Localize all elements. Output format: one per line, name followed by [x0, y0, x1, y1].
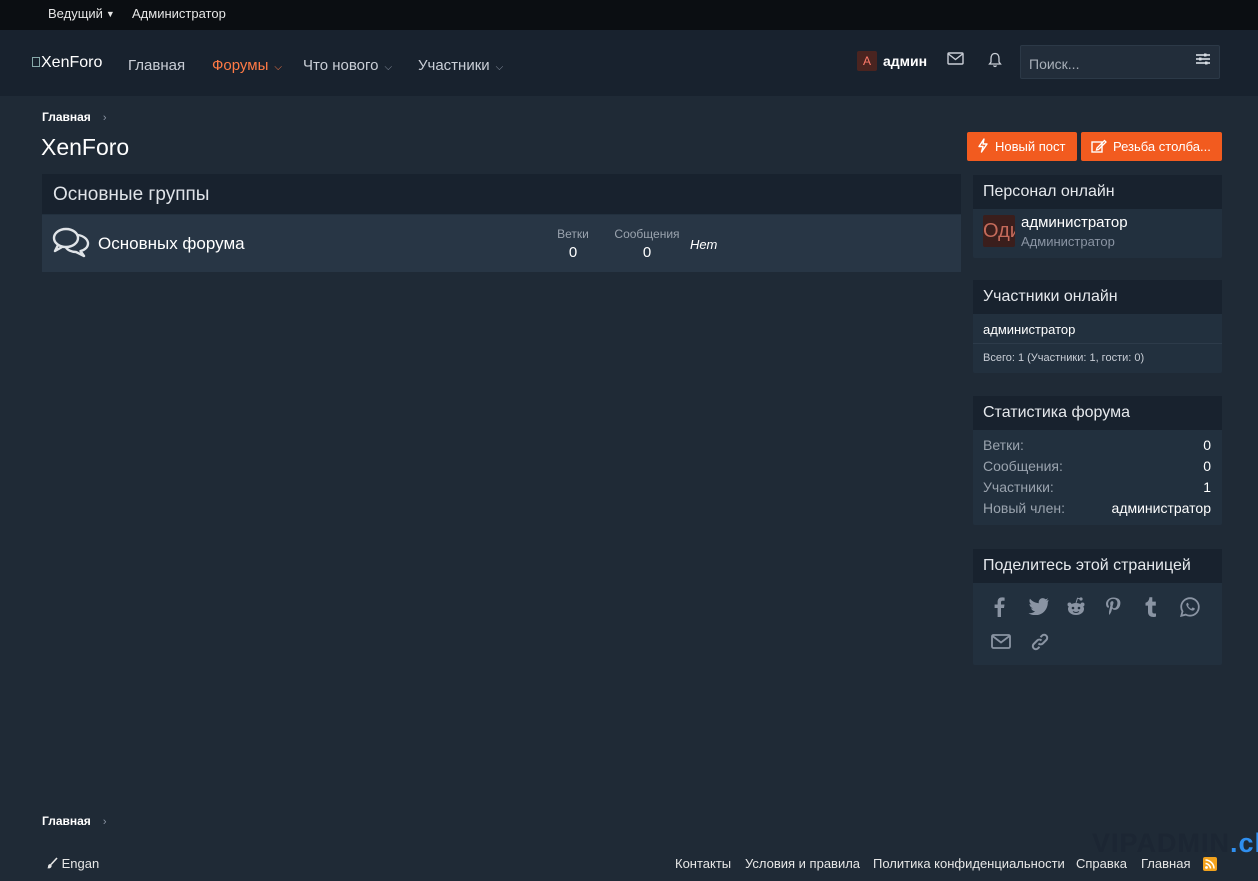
- share-widget: Поделитесь этой страницей: [973, 549, 1222, 665]
- bolt-icon: [977, 132, 989, 161]
- stat-newest-label: Новый член:: [983, 500, 1065, 516]
- page-title: XenForo: [41, 134, 130, 160]
- nav-members[interactable]: Участники ⌵: [418, 57, 503, 74]
- tumblr-icon[interactable]: [1145, 597, 1157, 620]
- stat-threads-value: 0: [1203, 437, 1211, 453]
- stat-members-label: Участники:: [983, 479, 1054, 495]
- threads-value: 0: [568, 244, 578, 261]
- nav-whats-new-label: Что нового: [303, 57, 379, 74]
- nav-members-label: Участники: [418, 57, 490, 74]
- share-title: Поделитесь этой страницей: [973, 549, 1222, 583]
- stat-members-value: 1: [1203, 479, 1211, 495]
- chevron-right-icon: ›: [102, 112, 107, 124]
- members-online-list: администратор: [973, 314, 1222, 344]
- forum-node: Основных форума Ветки 0 Сообщения 0 Нет: [42, 215, 961, 272]
- staff-online-title: Персонал онлайн: [973, 175, 1222, 209]
- footer-link-privacy[interactable]: Политика конфиденциальности: [873, 856, 1065, 871]
- footer-breadcrumb-home[interactable]: Главная: [42, 814, 91, 828]
- forum-stats-list: Ветки: 0 Сообщения: 0 Участники: 1 Новый…: [973, 430, 1222, 525]
- inbox-icon[interactable]: [947, 52, 964, 69]
- email-share-icon[interactable]: [991, 634, 1011, 652]
- messages-label: Сообщения: [614, 227, 680, 241]
- rss-icon[interactable]: [1203, 857, 1217, 871]
- staff-bar: Ведущий ▼ Администратор: [0, 0, 1258, 30]
- facebook-icon[interactable]: [992, 597, 1006, 620]
- members-online-widget: Участники онлайн администратор Всего: 1 …: [973, 280, 1222, 373]
- bell-icon[interactable]: [988, 52, 1002, 72]
- link-share-icon[interactable]: [1030, 632, 1050, 655]
- style-name: Engan: [61, 856, 100, 871]
- staff-avatar[interactable]: Один: [983, 215, 1015, 247]
- pinterest-icon[interactable]: [1105, 597, 1121, 620]
- members-online-footer: Всего: 1 (Участники: 1, гости: 0): [973, 344, 1222, 372]
- chevron-down-icon: ⌵: [384, 62, 393, 73]
- watermark-main: VIPADMIN: [1092, 828, 1231, 858]
- stat-newest-member-link[interactable]: администратор: [1112, 500, 1211, 516]
- staff-avatar-text: Один: [983, 220, 1015, 242]
- share-buttons: [973, 583, 1222, 665]
- nav-home[interactable]: Главная: [128, 57, 185, 74]
- breadcrumb-home[interactable]: Главная: [42, 110, 91, 124]
- watermark: VIPADMIN.club: [1092, 828, 1258, 859]
- search-input[interactable]: Поиск...: [1020, 45, 1220, 79]
- online-member-link[interactable]: администратор: [983, 322, 1075, 337]
- paint-brush-icon: [46, 856, 62, 871]
- stat-messages-value: 0: [1203, 458, 1211, 474]
- caret-down-icon: ▼: [105, 9, 115, 19]
- staff-leader-label: Ведущий: [48, 6, 103, 21]
- members-online-total: Всего: 1 (Участники: 1, гости: 0): [983, 352, 1145, 364]
- new-post-button[interactable]: Новый пост: [967, 132, 1077, 161]
- search-filter-icon[interactable]: [1195, 52, 1211, 71]
- staff-online-widget: Персонал онлайн Один администратор Админ…: [973, 175, 1222, 258]
- staff-member-name[interactable]: администратор: [1021, 214, 1128, 231]
- breadcrumb: Главная ›: [42, 110, 106, 124]
- messages-value: 0: [642, 244, 652, 261]
- reddit-icon[interactable]: [1066, 597, 1086, 619]
- watermark-tld: .club: [1230, 828, 1258, 858]
- broken-image-icon: [32, 57, 40, 67]
- user-name-link[interactable]: админ: [883, 53, 927, 69]
- nav-whats-new[interactable]: Что нового ⌵: [303, 57, 392, 74]
- stat-threads-label: Ветки:: [983, 437, 1024, 453]
- twitter-icon[interactable]: [1028, 598, 1049, 618]
- edit-icon: [1091, 132, 1107, 161]
- footer-link-terms[interactable]: Условия и правила: [745, 856, 860, 871]
- footer-breadcrumb: Главная ›: [42, 814, 106, 828]
- new-thread-button[interactable]: Резьба столба...: [1081, 132, 1222, 161]
- category-title[interactable]: Основные группы: [53, 184, 209, 206]
- whatsapp-icon[interactable]: [1180, 597, 1200, 620]
- staff-leader-menu[interactable]: Ведущий ▼: [48, 6, 115, 21]
- staff-member-role: Администратор: [1021, 234, 1115, 249]
- forum-stats-title: Статистика форума: [973, 396, 1222, 430]
- chevron-down-icon: ⌵: [274, 62, 282, 73]
- style-chooser[interactable]: Engan: [46, 856, 99, 871]
- nav-home-label: Главная: [128, 57, 186, 74]
- nav-forums-label: Форумы: [212, 57, 269, 74]
- forum-stats-widget: Статистика форума Ветки: 0 Сообщения: 0 …: [973, 396, 1222, 525]
- user-avatar[interactable]: А: [857, 51, 877, 71]
- chevron-down-icon: ⌵: [495, 62, 504, 73]
- forum-node-list: Основные группы Основных форума Ветки 0 …: [42, 174, 961, 272]
- category-header[interactable]: Основные группы: [42, 174, 961, 214]
- site-header: XenForo Главная Форумы ⌵ Что нового ⌵ Учас…: [0, 30, 1258, 96]
- footer-link-contact[interactable]: Контакты: [675, 856, 731, 871]
- stat-messages-label: Сообщения:: [983, 458, 1063, 474]
- chevron-right-icon: ›: [102, 816, 107, 828]
- new-thread-label: Резьба столба...: [1113, 139, 1211, 154]
- threads-label: Ветки: [557, 227, 589, 241]
- search-placeholder: Поиск...: [1029, 56, 1080, 72]
- members-online-title[interactable]: Участники онлайн: [973, 280, 1222, 314]
- staff-admin-link[interactable]: Администратор: [132, 6, 226, 21]
- staff-online-row: Один администратор Администратор: [973, 209, 1222, 258]
- forum-node-title[interactable]: Основных форума: [98, 234, 245, 254]
- new-post-label: Новый пост: [995, 139, 1066, 154]
- forum-comments-icon: [52, 226, 90, 260]
- last-post-none: Нет: [690, 237, 718, 252]
- nav-forums[interactable]: Форумы ⌵: [212, 57, 282, 74]
- site-logo[interactable]: XenForo: [32, 54, 102, 72]
- logo-text: XenForo: [41, 54, 103, 71]
